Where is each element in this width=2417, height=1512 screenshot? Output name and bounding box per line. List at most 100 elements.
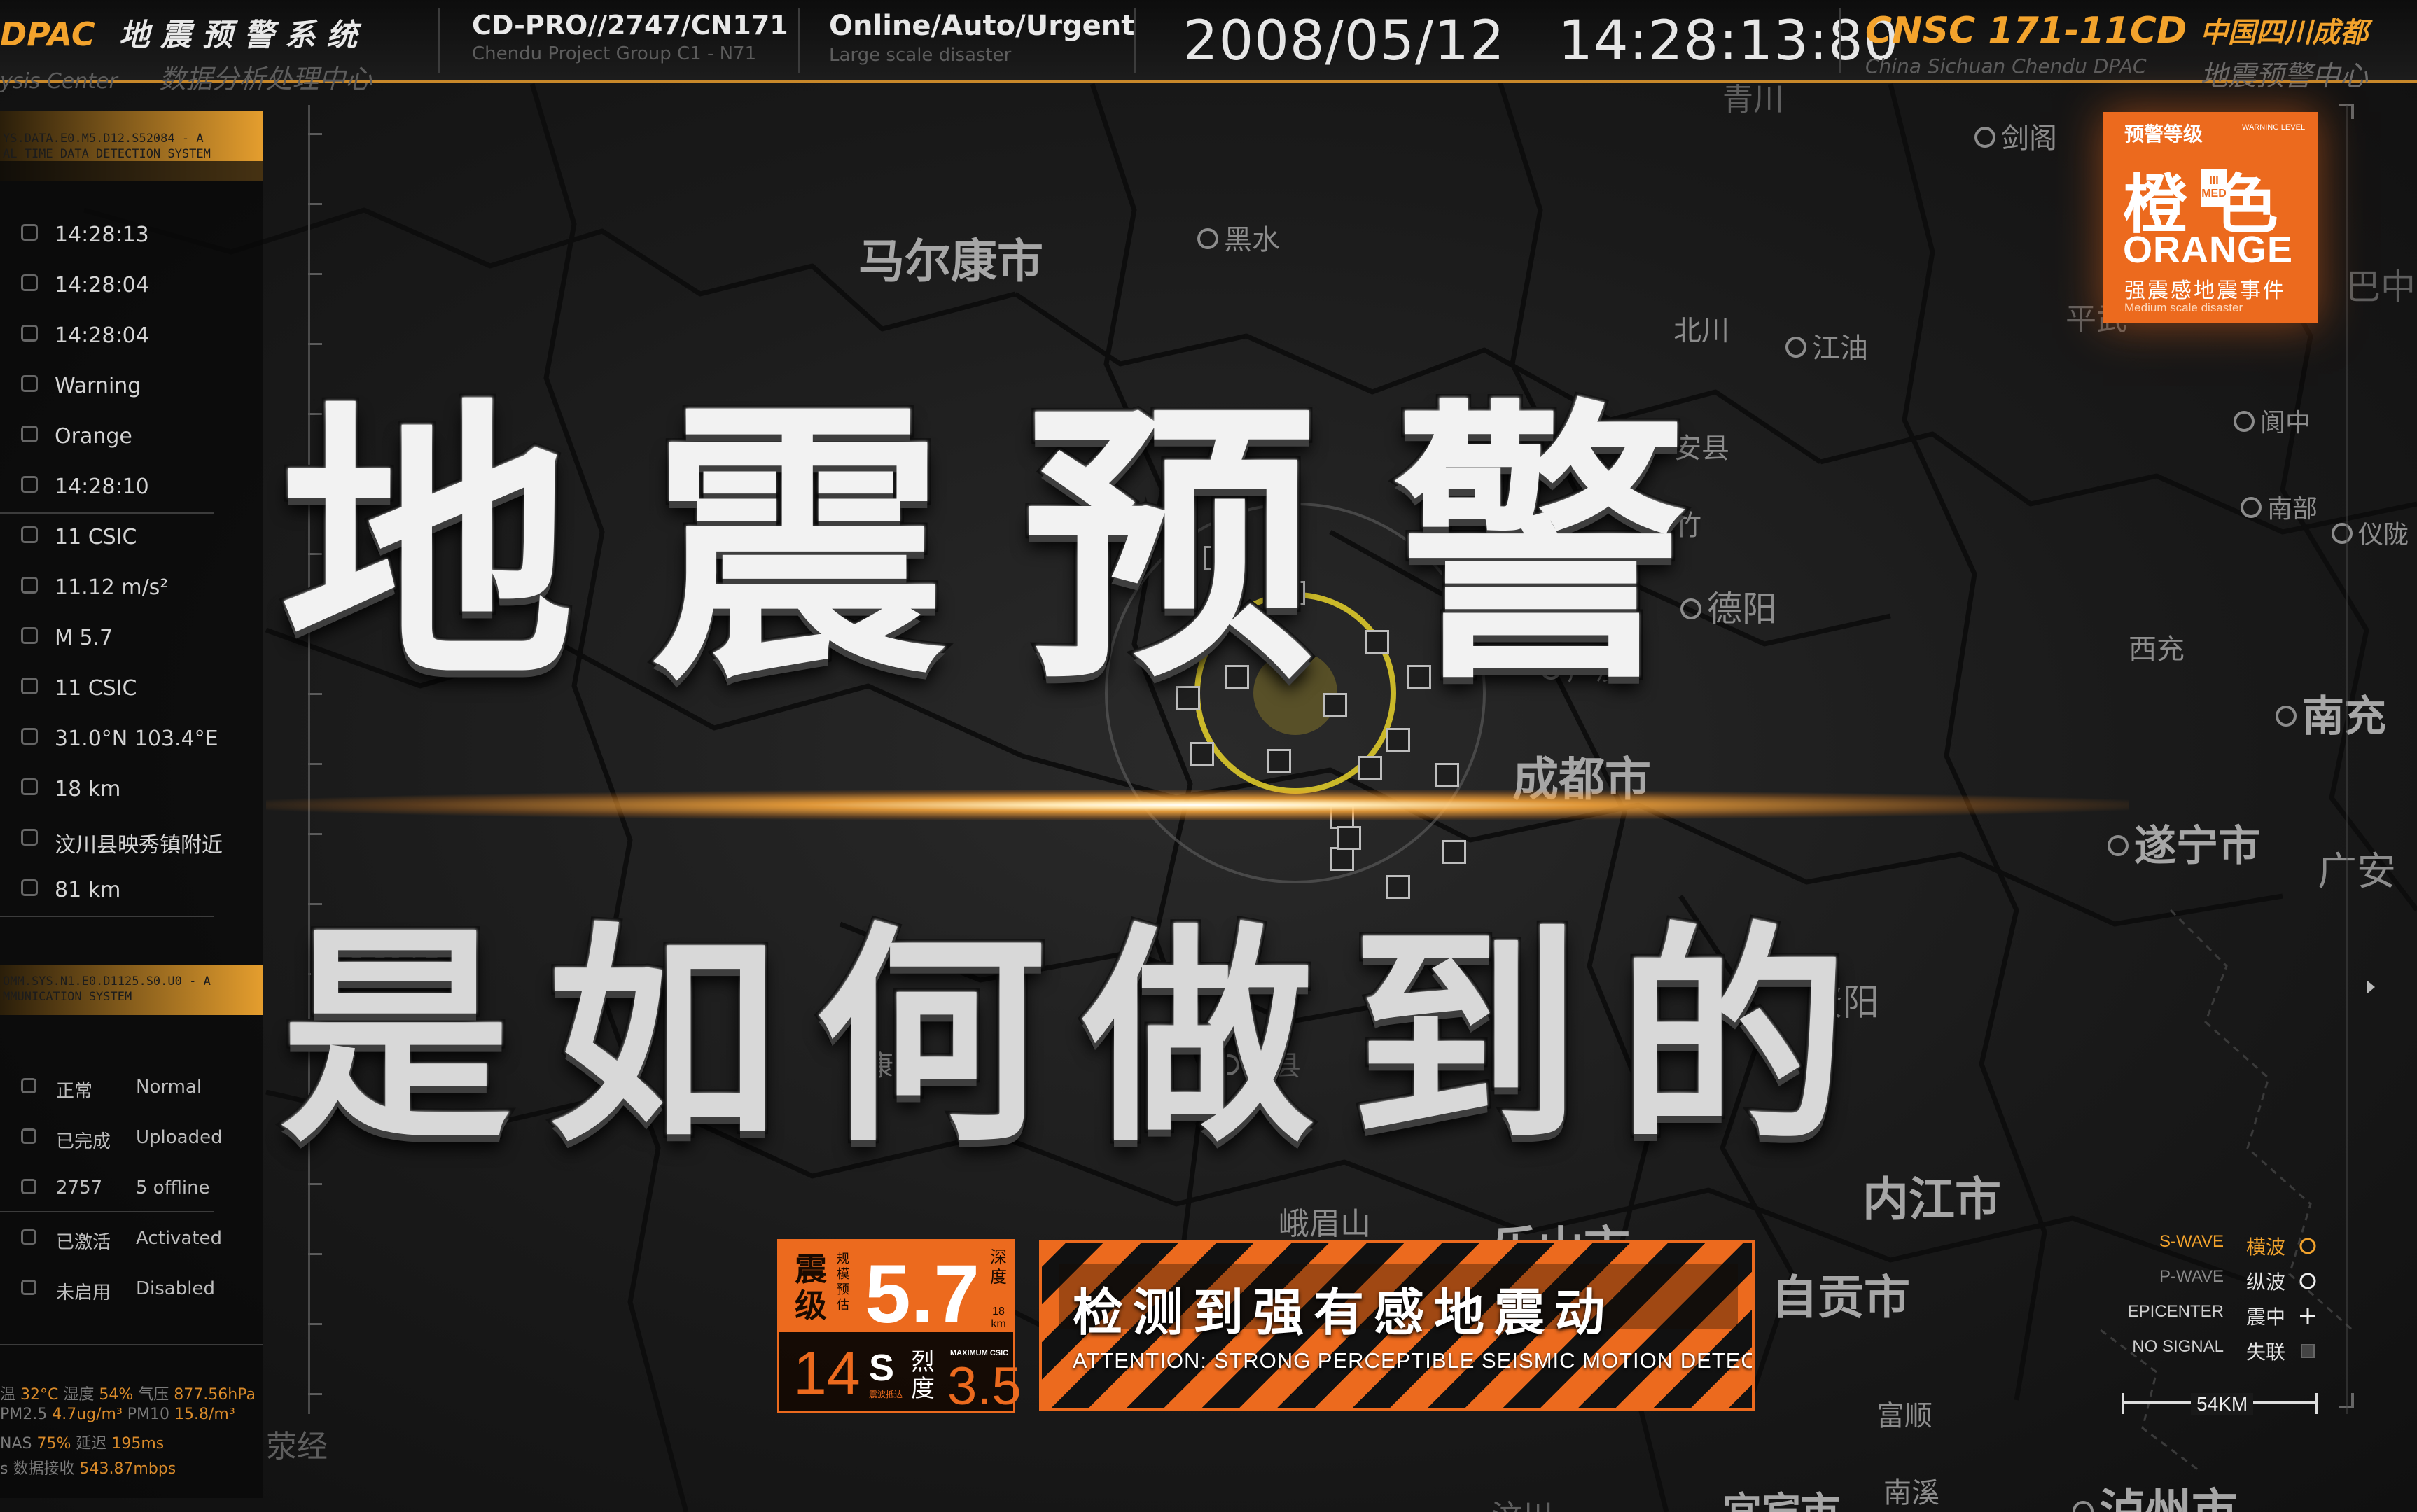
city-dot-icon xyxy=(1974,127,1995,148)
detection-value: 14:28:04 xyxy=(55,323,149,348)
station-marker xyxy=(1358,756,1382,780)
depth-value: 18 km xyxy=(991,1306,1006,1330)
panel-title: AL TIME DATA DETECTION SYSTEM xyxy=(3,147,211,161)
city-label: 阆中 xyxy=(2234,402,2311,439)
status-icon xyxy=(21,627,38,644)
comm-status-en: Uploaded xyxy=(136,1127,223,1148)
city-dot-icon xyxy=(2276,706,2297,727)
main-title: 地震预警 xyxy=(277,373,1764,722)
city-label: 遂宁市 xyxy=(2108,812,2260,873)
detection-row: 汶川县映秀镇附近 xyxy=(0,815,223,865)
alert-text-en: ATTENTION: STRONG PERCEPTIBLE SEISMIC MO… xyxy=(1073,1348,1755,1373)
check-icon xyxy=(21,1280,36,1295)
frame-tick xyxy=(308,1253,322,1255)
code-right: CNSC 171-11CD xyxy=(1865,10,2187,52)
status-icon xyxy=(21,325,38,342)
detection-row: 14:28:04 xyxy=(0,260,210,311)
epicenter-plus-icon xyxy=(2300,1308,2315,1324)
top-bar: DPAC 地 震 预 警 系 统 ysis Center 数据分析处理中心 CD… xyxy=(0,0,2417,94)
city-label: 西充 xyxy=(2129,634,2185,666)
city-label: 南充 xyxy=(2276,682,2386,743)
magnitude-value: 5.7 xyxy=(865,1248,980,1340)
status-icon xyxy=(21,274,38,291)
frame-tick xyxy=(308,273,322,275)
station-marker xyxy=(1190,742,1214,766)
detection-value: M 5.7 xyxy=(55,626,113,650)
detection-value: 18 km xyxy=(55,777,121,802)
level-event-cn: 强震感地震事件 xyxy=(2124,279,2286,302)
station-marker xyxy=(1337,826,1361,850)
comm-status-cn: 未启用 xyxy=(56,1282,111,1303)
legend-no-signal: NO SIGNAL 失联 xyxy=(2087,1337,2325,1368)
city-label: 南部 xyxy=(2241,489,2318,525)
alert-text-cn: 检测到强有感地震动 xyxy=(1073,1285,1615,1341)
detection-row: Orange xyxy=(0,412,210,462)
city-label: 荥经 xyxy=(266,1429,328,1464)
magnitude-label-sub: 规模预估 xyxy=(837,1252,849,1312)
countdown-seconds: 14 xyxy=(793,1340,861,1407)
city-label: 富顺 xyxy=(1876,1400,1932,1432)
detection-row: M 5.7 xyxy=(0,613,210,664)
city-dot-icon xyxy=(2332,523,2353,544)
code-right-sub: China Sichuan Chendu DPAC xyxy=(1865,55,2147,78)
env-readout: NAS 75% 延迟 195ms xyxy=(0,1435,165,1452)
city-label: 峨眉山 xyxy=(1279,1206,1371,1242)
comm-status-en: Disabled xyxy=(136,1278,215,1299)
frame-tick xyxy=(308,203,322,205)
city-label: 汶川 xyxy=(1491,1491,1553,1512)
warning-level-badge: 预警等级 WARNING LEVEL 橙 色 III MED ORANGE 强震… xyxy=(2103,112,2318,323)
comm-row: 未启用 Disabled xyxy=(0,1263,263,1313)
detection-row: 18 km xyxy=(0,764,210,815)
detection-value: 31.0°N 103.4°E xyxy=(55,727,218,751)
scale-label: 54KM xyxy=(2191,1393,2254,1415)
status-icon xyxy=(21,778,38,795)
panel-code: YS.DATA.E0.M5.D12.S52084 - A xyxy=(3,132,204,146)
p-wave-ring-icon xyxy=(2299,1273,2316,1289)
level-name-en: ORANGE xyxy=(2123,229,2294,271)
topbar-separator xyxy=(798,8,800,73)
detection-value: 81 km xyxy=(55,878,121,902)
lens-flare xyxy=(266,790,2129,820)
magnitude-label: 震级 xyxy=(795,1251,827,1324)
city-dot-icon xyxy=(1197,228,1218,249)
brand-sub-cn: 数据分析处理中心 xyxy=(159,64,372,94)
detection-value: 11 CSIC xyxy=(55,525,137,550)
project-cell: CD-PRO//2747/CN171 Chendu Project Group … xyxy=(472,0,788,80)
detection-row: 11 CSIC xyxy=(0,512,210,563)
mode-status: Online/Auto/Urgent xyxy=(829,10,1135,42)
level-title-en: WARNING LEVEL xyxy=(2242,123,2306,132)
comm-status-cn: 2757 xyxy=(56,1177,103,1198)
region-cn: 中国四川成都 xyxy=(2200,17,2368,49)
frame-tick xyxy=(308,1393,322,1395)
main-subtitle: 是如何做到的 xyxy=(277,900,1885,1176)
magnitude-panel: 震级 规模预估 5.7 深度 18 km 14 S 震波抵达 烈度 MAXIMU… xyxy=(777,1239,1022,1416)
level-roman: III MED xyxy=(2201,169,2227,207)
comm-row: 已激活 Activated xyxy=(0,1212,263,1263)
env-readout: s 数据接收 543.87mbps xyxy=(0,1460,176,1478)
status-icon xyxy=(21,476,38,493)
frame-tick xyxy=(308,1323,322,1325)
comm-status-en: Normal xyxy=(136,1077,202,1098)
frame-line xyxy=(308,105,310,1414)
panel-code: OMM.SYS.N1.E0.D1125.S0.U0 - A xyxy=(3,974,211,988)
frame-tick xyxy=(308,133,322,135)
city-dot-icon xyxy=(2234,411,2255,432)
brand-sub: ysis Center xyxy=(0,69,118,94)
city-label: 广安 xyxy=(2318,849,2396,895)
comm-row: 正常 Normal xyxy=(0,1061,263,1112)
city-label: 黑水 xyxy=(1197,217,1280,258)
comm-status-en: 5 offline xyxy=(136,1177,210,1198)
station-marker xyxy=(1267,749,1291,773)
city-label: 仪陇 xyxy=(2332,514,2409,551)
comm-status-en: Activated xyxy=(136,1228,223,1249)
frame-tick xyxy=(308,833,322,835)
brand-code: DPAC xyxy=(0,15,95,53)
level-title: 预警等级 xyxy=(2124,123,2203,145)
comm-status-cn: 已完成 xyxy=(56,1131,111,1152)
city-dot-icon xyxy=(1785,337,1806,358)
divider xyxy=(0,1211,214,1212)
divider xyxy=(0,916,214,917)
date: 2008/05/12 xyxy=(1183,10,1505,73)
map-scale-bar: 54KM xyxy=(2122,1393,2318,1415)
city-label: 自贡市 xyxy=(1771,1270,1910,1324)
